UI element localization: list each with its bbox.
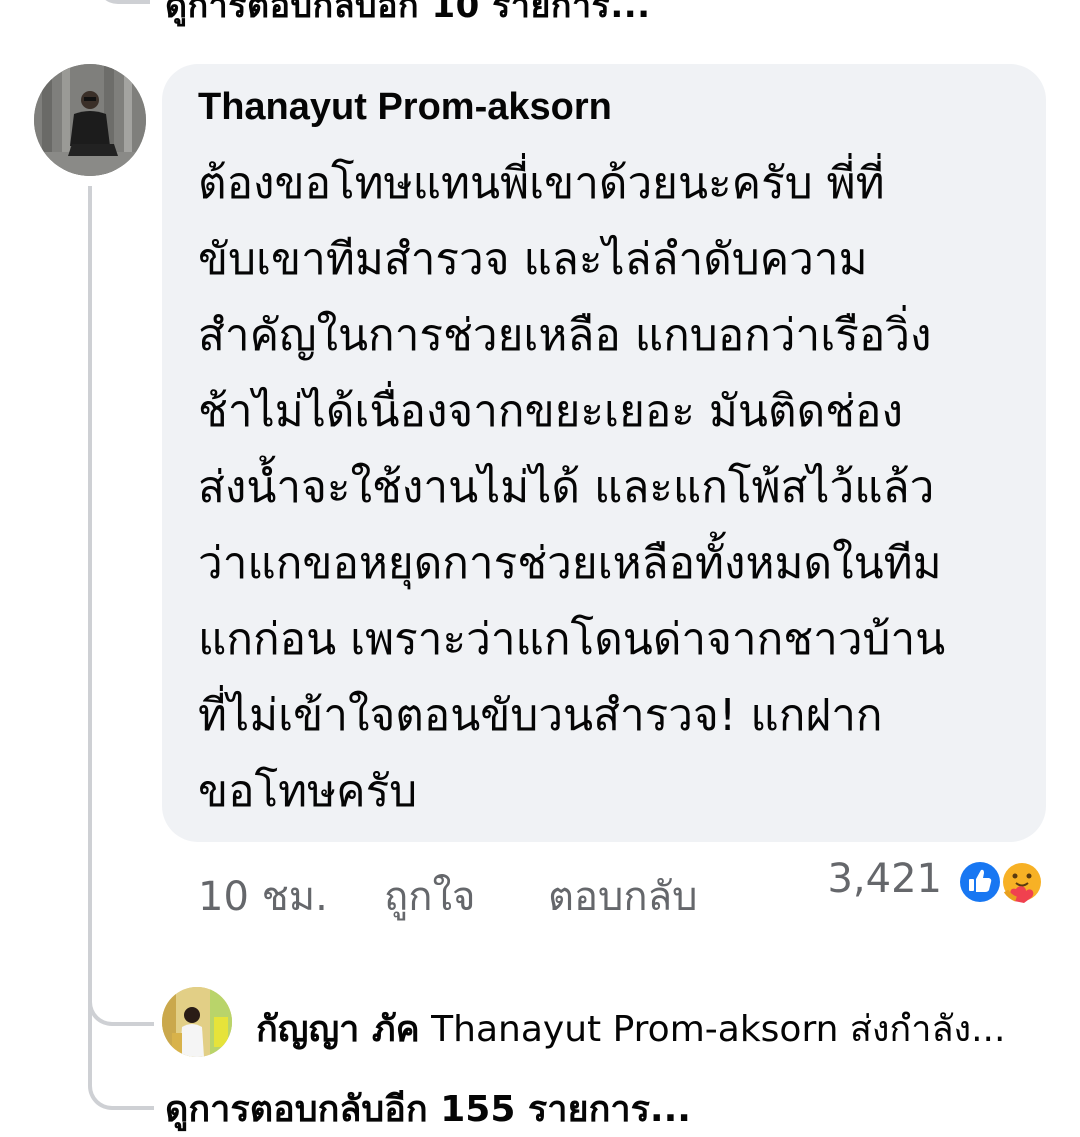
view-more-replies-top-link[interactable]: ดูการตอบกลับอีก 10 รายการ... xyxy=(165,0,651,32)
thread-connector-reply xyxy=(88,986,154,1026)
comment-text-line: ช้าไม่ได้เนื่องจากขยะเยอะ มันติดช่อง xyxy=(198,386,903,437)
comment-text-line: ส่งน้ำจะใช้งานไม่ได้ และแกโพ้สไว้แล้ว xyxy=(198,462,935,513)
like-icon xyxy=(957,859,1003,905)
comment-text-line: ว่าแกขอหยุดการช่วยเหลือทั้งหมดในทีม xyxy=(198,538,942,589)
reply-author-name[interactable]: กัญญา ภัค xyxy=(256,1009,420,1050)
reply-preview-text: Thanayut Prom-aksorn ส่งกำลัง... xyxy=(431,1009,1006,1050)
comment-text-line: ขับเขาทีมสำรวจ และไล่ลำดับความ xyxy=(198,234,868,285)
comment-text-line: สำคัญในการช่วยเหลือ แกบอกว่าเรือวิ่ง xyxy=(198,310,932,361)
care-icon xyxy=(1000,860,1044,904)
comment-text: ต้องขอโทษแทนพี่เขาด้วยนะครับ พี่ที่ ขับเ… xyxy=(198,146,1038,830)
comment-author-name[interactable]: Thanayut Prom-aksorn xyxy=(198,86,612,129)
comment-timestamp[interactable]: 10 ชม. xyxy=(198,864,328,928)
view-more-replies-link[interactable]: ดูการตอบกลับอีก 155 รายการ... xyxy=(165,1080,691,1137)
comment-text-line: ขอโทษครับ xyxy=(198,766,418,817)
comment-text-line: ที่ไม่เข้าใจตอนขับวนสำรวจ! แกฝาก xyxy=(198,690,883,741)
commenter-avatar[interactable] xyxy=(34,64,146,176)
thread-connector-more xyxy=(88,1070,154,1110)
like-button[interactable]: ถูกใจ xyxy=(384,864,475,928)
comment-text-line: ต้องขอโทษแทนพี่เขาด้วยนะครับ พี่ที่ xyxy=(198,158,885,209)
reply-button[interactable]: ตอบกลับ xyxy=(548,864,698,928)
comment-text-line: แกก่อน เพราะว่าแกโดนด่าจากชาวบ้าน xyxy=(198,614,946,665)
reply-preview[interactable]: กัญญา ภัค Thanayut Prom-aksorn ส่งกำลัง.… xyxy=(256,1000,1046,1057)
reply-author-avatar[interactable] xyxy=(162,987,232,1057)
thread-line-vertical xyxy=(88,186,92,1086)
thread-connector-top xyxy=(96,0,150,4)
reaction-count[interactable]: 3,421 xyxy=(827,856,942,902)
reaction-icons[interactable] xyxy=(954,857,1048,907)
